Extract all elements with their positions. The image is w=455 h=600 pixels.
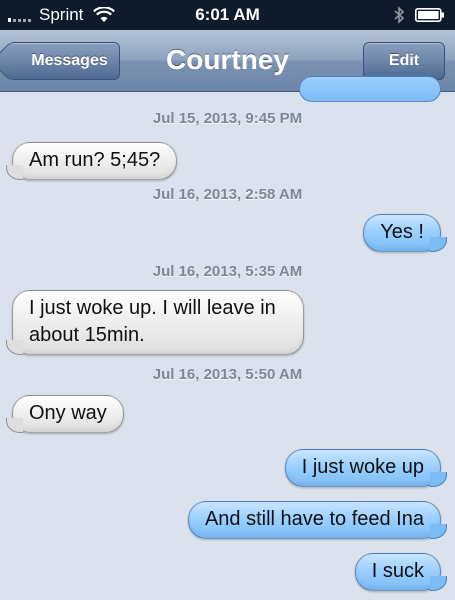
outgoing-message-bubble[interactable]: I suck: [354, 553, 448, 591]
edit-button[interactable]: Edit: [363, 42, 445, 80]
message-timestamp: Jul 16, 2013, 2:58 AM: [152, 186, 303, 203]
outgoing-message-bubble[interactable]: I just woke up: [284, 449, 448, 487]
status-right: [393, 6, 445, 24]
partial-outgoing-bubble: [299, 76, 441, 102]
incoming-message-bubble[interactable]: Ony way: [12, 395, 124, 433]
battery-icon: [415, 8, 444, 22]
outgoing-message-bubble[interactable]: Yes !: [363, 214, 447, 252]
bluetooth-icon: [394, 6, 405, 24]
outgoing-message-bubble[interactable]: And still have to feed Ina: [187, 501, 448, 539]
conversation-area[interactable]: Jul 15, 2013, 9:45 PM Am run? 5;45? Jul …: [0, 76, 455, 600]
status-bar: Sprint 6:01 AM: [0, 0, 455, 30]
message-timestamp: Jul 16, 2013, 5:35 AM: [152, 263, 303, 280]
message-timestamp: Jul 15, 2013, 9:45 PM: [152, 110, 303, 127]
message-timestamp: Jul 16, 2013, 5:50 AM: [152, 366, 303, 383]
incoming-message-bubble[interactable]: Am run? 5;45?: [12, 142, 178, 180]
incoming-message-bubble[interactable]: I just woke up. I will leave in about 15…: [12, 290, 304, 355]
back-button-label: Messages: [31, 52, 108, 69]
status-time: 6:01 AM: [195, 5, 260, 24]
